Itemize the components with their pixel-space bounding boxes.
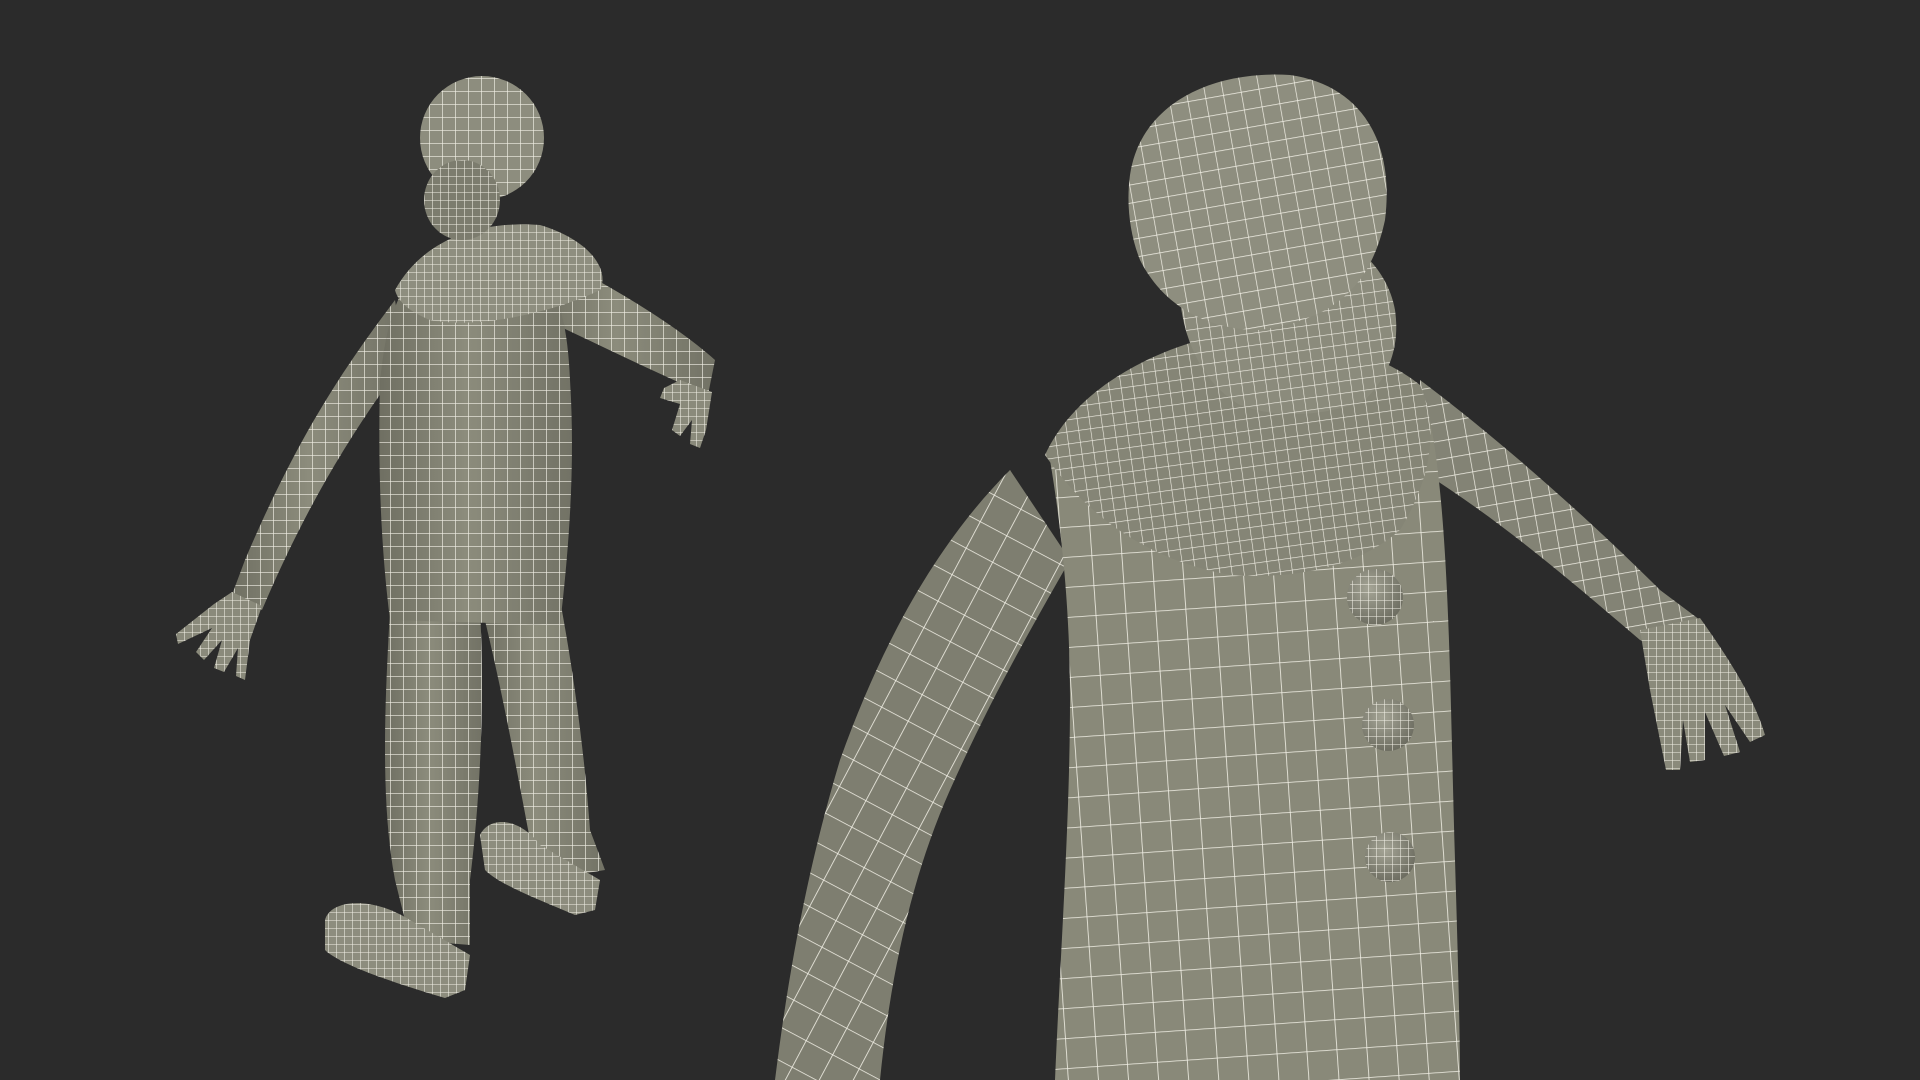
right-figure-right-arm — [1420, 380, 1765, 770]
left-figure-left-arm — [176, 300, 405, 680]
wireframe-render — [176, 74, 1765, 1080]
front-view-figure — [775, 74, 1765, 1080]
right-figure-left-arm — [775, 470, 1070, 1080]
left-figure-head — [420, 76, 544, 240]
rear-view-figure — [176, 76, 715, 998]
right-figure-cap — [1128, 74, 1387, 330]
render-viewport — [0, 0, 1920, 1080]
